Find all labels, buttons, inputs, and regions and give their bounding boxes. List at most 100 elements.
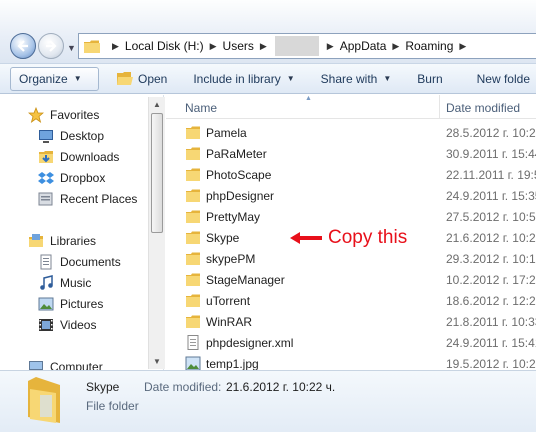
scrollbar-thumb[interactable]	[151, 113, 163, 233]
nav-favorites[interactable]: Favorites	[28, 105, 99, 125]
details-modified-label: Date modified:	[144, 380, 222, 394]
new-folder-button[interactable]: New folde	[471, 67, 536, 91]
nav-libraries-label: Libraries	[50, 234, 97, 248]
documents-icon	[40, 254, 52, 270]
column-header-row: Name ▲ Date modified	[166, 95, 536, 119]
breadcrumb-separator-icon[interactable]: ▶	[260, 41, 267, 52]
recent-pages-dropdown-icon[interactable]: ▼	[67, 43, 76, 53]
folder-icon	[186, 273, 200, 286]
table-row[interactable]: WinRAR 21.8.2011 г. 10:33	[180, 311, 536, 332]
column-header-date-modified[interactable]: Date modified	[446, 101, 520, 115]
forward-button[interactable]	[38, 33, 64, 59]
nav-item-pictures[interactable]: Pictures	[38, 294, 103, 314]
recent-places-icon	[38, 192, 53, 206]
nav-item-music[interactable]: Music	[38, 273, 91, 293]
column-header-name[interactable]: Name	[185, 101, 217, 115]
file-date-modified: 10.2.2012 г. 17:23	[446, 273, 536, 287]
nav-item-recent-places[interactable]: Recent Places	[38, 189, 137, 209]
nav-item-desktop[interactable]: Desktop	[38, 126, 104, 146]
breadcrumb-separator-icon[interactable]: ▶	[112, 41, 119, 52]
folder-icon	[186, 231, 200, 244]
breadcrumb-separator-icon[interactable]: ▶	[210, 41, 217, 52]
file-name: PaRaMeter	[206, 147, 267, 161]
open-button[interactable]: Open	[111, 67, 173, 91]
folder-icon	[186, 168, 200, 181]
folder-icon	[186, 252, 200, 265]
nav-item-label: Recent Places	[60, 192, 138, 206]
table-row[interactable]: skypePM 29.3.2012 г. 10:12	[180, 248, 536, 269]
details-item-type: File folder	[86, 399, 139, 413]
image-file-icon	[185, 356, 201, 370]
breadcrumb-appdata[interactable]: AppData	[340, 39, 387, 53]
file-name: temp1.jpg	[206, 357, 259, 370]
share-with-button[interactable]: Share with ▼	[315, 67, 398, 91]
share-label: Share with	[320, 71, 378, 86]
file-name: Skype	[206, 231, 240, 245]
column-divider[interactable]	[439, 95, 440, 119]
organize-button[interactable]: Organize ▼	[10, 66, 99, 91]
file-date-modified: 21.6.2012 г. 10:22	[446, 231, 536, 245]
address-bar[interactable]: ▶ Local Disk (H:) ▶ Users ▶ ▶ AppData ▶ …	[78, 33, 536, 59]
table-row[interactable]: temp1.jpg 19.5.2012 г. 10:28	[180, 353, 536, 370]
file-date-modified: 30.9.2011 г. 15:44	[446, 147, 536, 161]
breadcrumb-separator-icon[interactable]: ▶	[459, 41, 466, 52]
file-name: Pamela	[206, 126, 247, 140]
file-date-modified: 24.9.2011 г. 15:41	[446, 336, 536, 350]
file-name: phpdesigner.xml	[206, 336, 294, 350]
breadcrumb-separator-icon[interactable]: ▶	[392, 41, 399, 52]
file-date-modified: 28.5.2012 г. 10:28	[446, 126, 536, 140]
scroll-down-icon[interactable]: ▼	[153, 357, 161, 366]
include-in-library-button[interactable]: Include in library ▼	[187, 67, 300, 91]
details-modified-value: 21.6.2012 г. 10:22 ч.	[226, 380, 336, 394]
file-name: PrettyMay	[206, 210, 261, 224]
nav-item-videos[interactable]: Videos	[38, 315, 96, 335]
file-date-modified: 21.8.2011 г. 10:33	[446, 315, 536, 329]
nav-item-documents[interactable]: Documents	[38, 252, 121, 272]
folder-icon	[186, 126, 200, 139]
folder-icon	[186, 189, 200, 202]
computer-icon	[29, 361, 43, 370]
nav-computer[interactable]: Computer	[28, 357, 103, 370]
breadcrumb-redacted[interactable]	[274, 36, 319, 56]
file-name: PhotoScape	[206, 168, 272, 182]
nav-item-dropbox[interactable]: Dropbox	[38, 168, 105, 188]
breadcrumb-local-disk[interactable]: Local Disk (H:)	[125, 39, 204, 53]
table-row[interactable]: StageManager 10.2.2012 г. 17:23	[180, 269, 536, 290]
navigation-pane: Favorites Desktop Downloads Dropbox Rece…	[0, 95, 164, 370]
nav-item-downloads[interactable]: Downloads	[38, 147, 119, 167]
nav-item-label: Documents	[60, 255, 121, 269]
new-folder-label: New folde	[476, 71, 530, 86]
scroll-up-icon[interactable]: ▲	[153, 100, 161, 109]
table-row[interactable]: PhotoScape 22.11.2011 г. 19:5	[180, 164, 536, 185]
table-row[interactable]: PaRaMeter 30.9.2011 г. 15:44	[180, 143, 536, 164]
chevron-down-icon: ▼	[73, 74, 82, 83]
nav-item-label: Desktop	[60, 129, 105, 143]
folder-icon	[84, 40, 100, 53]
table-row[interactable]: phpdesigner.xml 24.9.2011 г. 15:41	[180, 332, 536, 353]
nav-item-label: Dropbox	[60, 171, 106, 185]
breadcrumb-separator-icon[interactable]: ▶	[327, 41, 334, 52]
table-row[interactable]: uTorrent 18.6.2012 г. 12:25	[180, 290, 536, 311]
table-row[interactable]: phpDesigner 24.9.2011 г. 15:35	[180, 185, 536, 206]
nav-pane-scrollbar[interactable]: ▲ ▼	[148, 97, 165, 369]
file-date-modified: 29.3.2012 г. 10:12	[446, 252, 536, 266]
folder-icon	[186, 315, 200, 328]
nav-libraries[interactable]: Libraries	[28, 231, 96, 251]
burn-button[interactable]: Burn	[411, 67, 448, 91]
table-row[interactable]: Pamela 28.5.2012 г. 10:28	[180, 122, 536, 143]
file-date-modified: 22.11.2011 г. 19:5	[446, 168, 536, 182]
annotation-text: Copy this	[328, 227, 408, 248]
organize-label: Organize	[19, 71, 68, 86]
chevron-down-icon: ▼	[383, 74, 392, 83]
copy-this-annotation: Copy this	[290, 227, 407, 249]
dropbox-icon	[38, 172, 54, 184]
breadcrumb-roaming[interactable]: Roaming	[405, 39, 453, 53]
back-button[interactable]	[10, 33, 36, 59]
open-folder-icon	[116, 71, 133, 85]
file-date-modified: 24.9.2011 г. 15:35	[446, 189, 536, 203]
nav-favorites-label: Favorites	[50, 108, 100, 122]
table-row[interactable]: PrettyMay 27.5.2012 г. 10:51	[180, 206, 536, 227]
breadcrumb-users[interactable]: Users	[223, 39, 254, 53]
downloads-folder-icon	[39, 151, 53, 163]
table-row-selected[interactable]: Skype 21.6.2012 г. 10:22 Copy this	[180, 227, 536, 248]
